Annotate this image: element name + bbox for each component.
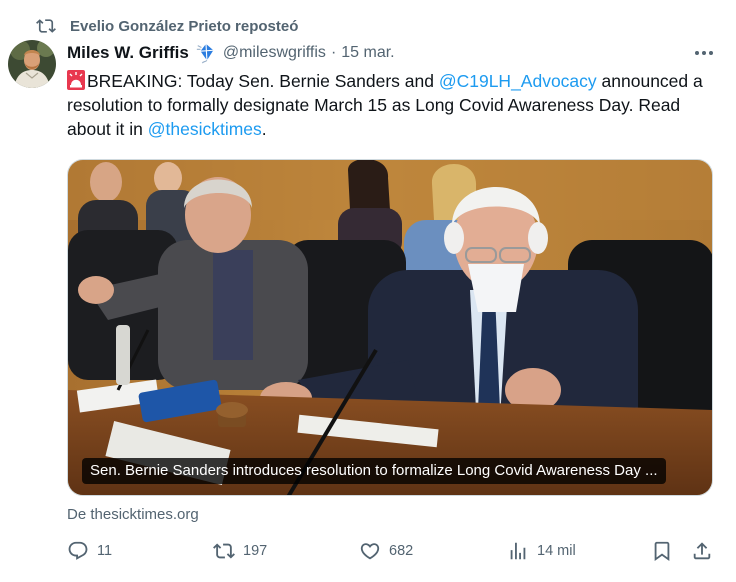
more-options-button[interactable]	[690, 42, 718, 64]
tweet-text-part1: BREAKING: Today Sen. Bernie Sanders and	[87, 71, 439, 91]
mention-c19lh-advocacy[interactable]: @C19LH_Advocacy	[439, 71, 597, 91]
repost-count: 197	[243, 543, 268, 559]
mention-thesicktimes[interactable]: @thesicktimes	[148, 119, 262, 139]
views-button[interactable]: 14 mil	[507, 536, 576, 566]
action-bar: 11 197 682 14 mil	[67, 536, 717, 566]
bookmark-button[interactable]	[651, 536, 673, 566]
tweet-card[interactable]: Evelio González Prieto reposteó Miles W.…	[0, 0, 736, 582]
views-count: 14 mil	[537, 543, 576, 559]
tweet-date[interactable]: 15 mar.	[341, 44, 394, 62]
tweet-header: Miles W. Griffis @mileswgriffis · 15 mar…	[67, 42, 395, 64]
more-dot-icon	[695, 51, 699, 55]
repost-icon	[213, 543, 235, 559]
media-photo	[68, 160, 712, 495]
share-button[interactable]	[691, 536, 713, 566]
repost-indicator[interactable]: Evelio González Prieto reposteó	[36, 14, 298, 38]
link-source[interactable]: De thesicktimes.org	[67, 506, 199, 523]
siren-icon	[67, 70, 85, 90]
more-dot-icon	[702, 51, 706, 55]
heart-icon	[360, 543, 380, 560]
like-count: 682	[389, 543, 414, 559]
media-card[interactable]: Sen. Bernie Sanders introduces resolutio…	[67, 159, 713, 496]
separator-dot: ·	[330, 44, 337, 61]
like-button[interactable]: 682	[359, 536, 413, 566]
repost-button[interactable]: 197	[213, 536, 267, 566]
reply-count: 11	[97, 543, 113, 559]
tweet-text-part3: .	[261, 119, 267, 139]
repost-icon	[36, 19, 56, 33]
more-dot-icon	[709, 51, 713, 55]
tweet-text: BREAKING: Today Sen. Bernie Sanders and …	[67, 69, 717, 141]
avatar[interactable]	[8, 40, 56, 88]
author-display-name[interactable]: Miles W. Griffis	[67, 43, 189, 63]
reply-button[interactable]: 11	[67, 536, 112, 566]
repost-text: Evelio González Prieto reposteó	[70, 17, 299, 35]
bookmark-icon	[654, 541, 670, 562]
media-caption: Sen. Bernie Sanders introduces resolutio…	[82, 458, 666, 484]
reply-icon	[68, 541, 88, 560]
avatar-image	[8, 40, 56, 88]
views-chart-icon	[510, 542, 526, 560]
kite-emoji-icon	[196, 43, 214, 64]
author-handle[interactable]: @mileswgriffis	[223, 44, 326, 62]
share-icon	[693, 542, 711, 560]
